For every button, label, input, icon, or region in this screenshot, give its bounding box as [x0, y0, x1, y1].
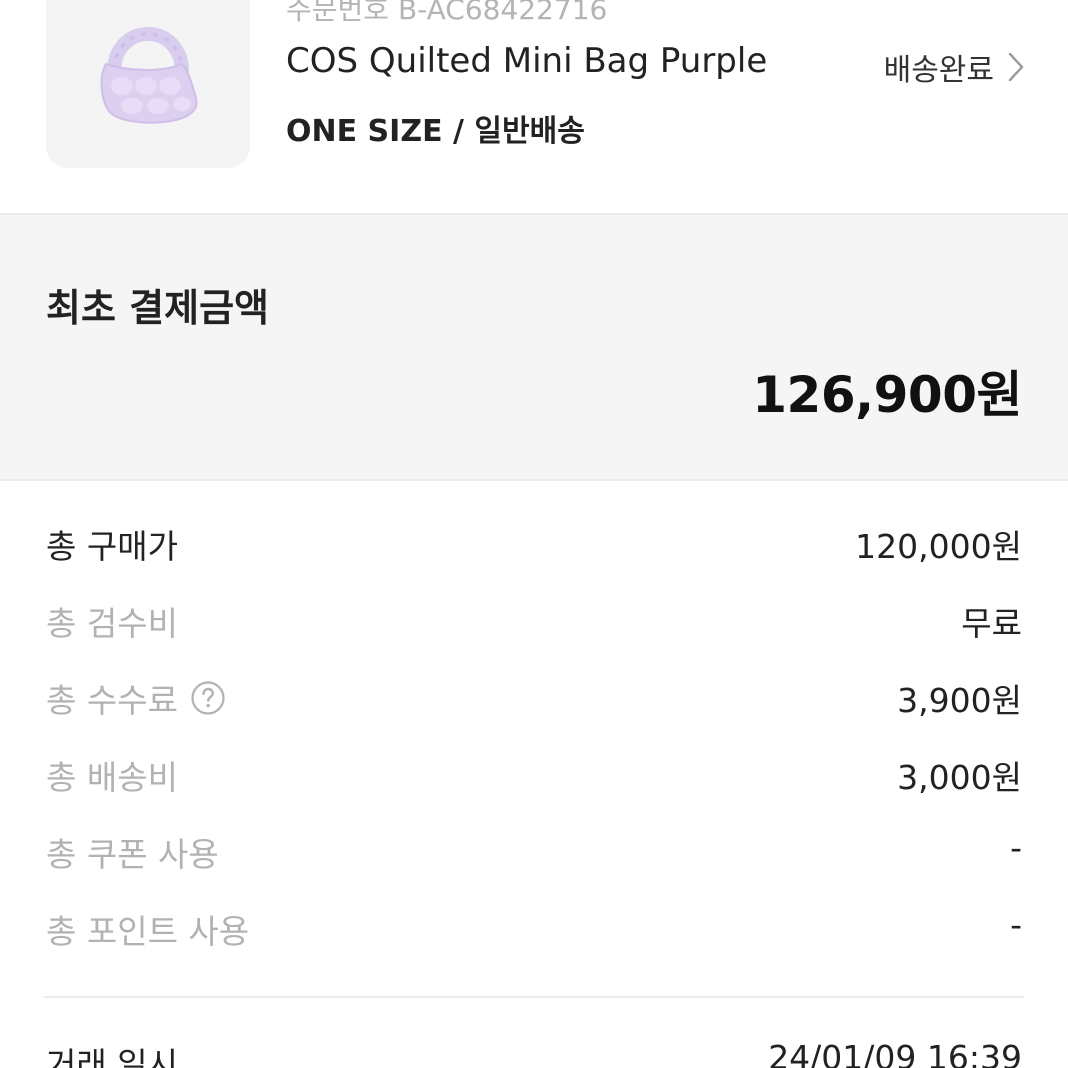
order-detail-page: 주문번호 B-AC68422716 COS Quilted Mini Bag P… — [0, 0, 1068, 1068]
question-circle-icon[interactable] — [190, 680, 226, 716]
chevron-right-icon — [1008, 52, 1024, 82]
order-item-card[interactable]: 주문번호 B-AC68422716 COS Quilted Mini Bag P… — [0, 0, 1068, 214]
transaction-date-value: 24/01/09 16:39 — [768, 1038, 1022, 1068]
breakdown-label: 총 쿠폰 사용 — [46, 835, 219, 874]
breakdown-label-wrap: 총 수수료 — [46, 674, 226, 722]
breakdown-row-shipping-fee: 총 배송비 3,000원 — [0, 739, 1068, 816]
purple-quilted-bag-icon — [100, 27, 198, 124]
breakdown-label: 총 배송비 — [46, 758, 178, 797]
initial-payment-section: 최초 결제금액 126,900원 — [0, 215, 1068, 479]
transaction-date-label: 거래 일시 — [46, 1045, 178, 1068]
order-number: 주문번호 B-AC68422716 — [286, 0, 608, 26]
section-divider — [44, 996, 1024, 998]
breakdown-label: 총 포인트 사용 — [46, 912, 250, 951]
breakdown-row-inspection-fee: 총 검수비 무료 — [0, 585, 1068, 662]
delivery-status-link[interactable]: 배송완료 — [884, 45, 1026, 89]
product-thumbnail[interactable] — [46, 0, 250, 168]
initial-payment-title: 최초 결제금액 — [46, 286, 269, 330]
breakdown-value: 120,000원 — [855, 527, 1022, 566]
product-option: ONE SIZE / 일반배송 — [286, 114, 585, 149]
breakdown-value: 3,900원 — [897, 681, 1022, 720]
initial-payment-amount: 126,900원 — [752, 366, 1022, 424]
breakdown-value: 3,000원 — [897, 758, 1022, 797]
section-divider — [0, 479, 1068, 481]
breakdown-value: 무료 — [961, 604, 1022, 643]
breakdown-value: - — [1010, 905, 1022, 944]
delivery-status-label: 배송완료 — [883, 53, 994, 88]
breakdown-label: 총 구매가 — [46, 527, 178, 566]
payment-breakdown: 총 구매가 120,000원 총 검수비 무료 총 수수료 3,900원 총 배… — [0, 508, 1068, 970]
breakdown-row-purchase-price: 총 구매가 120,000원 — [0, 508, 1068, 585]
breakdown-row-coupon: 총 쿠폰 사용 - — [0, 816, 1068, 893]
breakdown-label: 총 수수료 — [46, 681, 178, 720]
breakdown-row-points: 총 포인트 사용 - — [0, 893, 1068, 970]
transaction-date-row: 거래 일시 24/01/09 16:39 — [0, 1038, 1068, 1068]
breakdown-value: - — [1010, 828, 1022, 867]
breakdown-label: 총 검수비 — [46, 604, 178, 643]
product-name[interactable]: COS Quilted Mini Bag Purple — [286, 41, 767, 81]
breakdown-row-commission: 총 수수료 3,900원 — [0, 662, 1068, 739]
